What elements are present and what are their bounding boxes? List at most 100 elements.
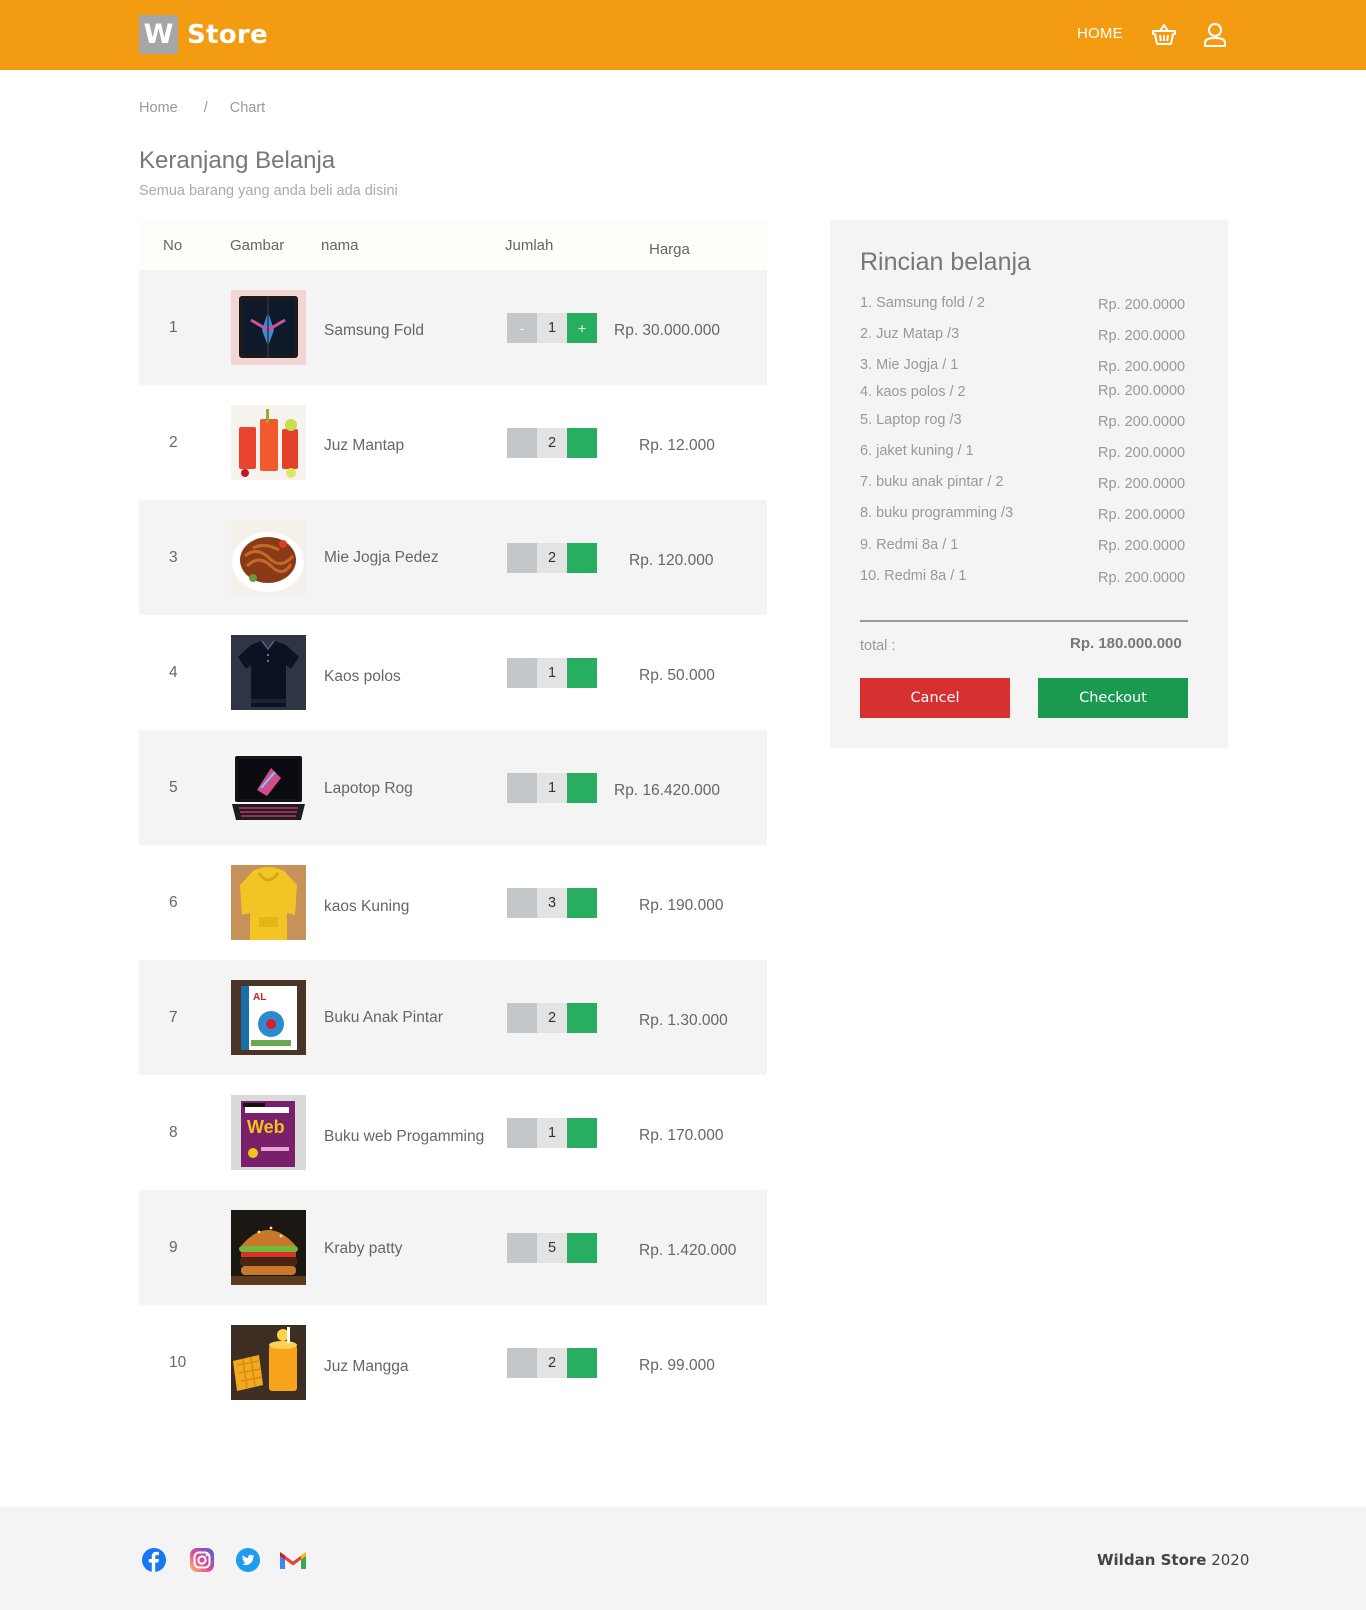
- qty-value[interactable]: 1: [537, 313, 567, 343]
- total-label: total :: [860, 638, 896, 654]
- product-price: Rp. 99.000: [639, 1357, 715, 1374]
- breadcrumb-home[interactable]: Home: [139, 100, 178, 116]
- instagram-icon[interactable]: [189, 1547, 215, 1573]
- product-name: Kaos polos: [324, 668, 401, 685]
- decrease-qty-button[interactable]: [507, 1233, 537, 1263]
- increase-qty-button[interactable]: [567, 1233, 597, 1263]
- summary-item-label: 4. kaos polos / 2: [860, 384, 966, 400]
- summary-item-price: Rp. 200.0000: [1098, 297, 1186, 313]
- footer-copyright: Wildan Store 2020: [1097, 1551, 1249, 1569]
- facebook-icon[interactable]: [141, 1547, 167, 1573]
- decrease-qty-button[interactable]: -: [507, 313, 537, 343]
- breadcrumb-separator: /: [203, 100, 208, 116]
- decrease-qty-button[interactable]: [507, 888, 537, 918]
- qty-value[interactable]: 1: [537, 773, 567, 803]
- gmail-icon[interactable]: [278, 1547, 308, 1573]
- table-row: 5 Lapotop Rog 1 Rp. 16.420.000: [139, 730, 767, 845]
- qty-value[interactable]: 2: [537, 1003, 567, 1033]
- product-image[interactable]: [231, 865, 306, 940]
- product-image[interactable]: [231, 520, 306, 595]
- nav-home-link[interactable]: HOME: [1077, 25, 1123, 42]
- summary-item-label: 5. Laptop rog /3: [860, 412, 962, 428]
- product-image[interactable]: [231, 405, 306, 480]
- product-image[interactable]: [231, 635, 306, 710]
- qty-value[interactable]: 2: [537, 428, 567, 458]
- row-number: 5: [169, 779, 178, 796]
- table-row: 7 AL Buku Anak Pintar 2 Rp. 1.30.000: [139, 960, 767, 1075]
- checkout-button[interactable]: Checkout: [1038, 678, 1188, 718]
- header-image: Gambar: [230, 237, 285, 254]
- product-image[interactable]: Web: [231, 1095, 306, 1170]
- decrease-qty-button[interactable]: [507, 773, 537, 803]
- increase-qty-button[interactable]: [567, 1348, 597, 1378]
- qty-value[interactable]: 1: [537, 658, 567, 688]
- summary-item-label: 2. Juz Matap /3: [860, 326, 960, 342]
- product-price: Rp. 120.000: [629, 552, 714, 569]
- summary-item-price: Rp. 200.0000: [1098, 570, 1186, 586]
- svg-text:Web: Web: [247, 1117, 285, 1137]
- product-name: Juz Mangga: [324, 1358, 409, 1375]
- brand-logo[interactable]: W Store: [139, 15, 268, 54]
- product-name: Lapotop Rog: [324, 780, 413, 797]
- decrease-qty-button[interactable]: [507, 658, 537, 688]
- increase-qty-button[interactable]: [567, 888, 597, 918]
- decrease-qty-button[interactable]: [507, 543, 537, 573]
- product-image[interactable]: [231, 290, 306, 365]
- cancel-button[interactable]: Cancel: [860, 678, 1010, 718]
- quantity-stepper: 1: [507, 773, 597, 803]
- product-image[interactable]: [231, 1325, 306, 1400]
- header-qty: Jumlah: [505, 237, 554, 254]
- qty-value[interactable]: 5: [537, 1233, 567, 1263]
- product-price: Rp. 1.420.000: [639, 1242, 737, 1259]
- header-no: No: [163, 237, 183, 254]
- summary-item-label: 3. Mie Jogja / 1: [860, 357, 959, 373]
- product-image[interactable]: [231, 1210, 306, 1285]
- header-name: nama: [321, 237, 359, 254]
- quantity-stepper: 1: [507, 1118, 597, 1148]
- decrease-qty-button[interactable]: [507, 1348, 537, 1378]
- quantity-stepper: 5: [507, 1233, 597, 1263]
- row-number: 6: [169, 894, 178, 911]
- qty-value[interactable]: 2: [537, 1348, 567, 1378]
- summary-item-price: Rp. 200.0000: [1098, 328, 1186, 344]
- row-number: 8: [169, 1124, 178, 1141]
- increase-qty-button[interactable]: [567, 1118, 597, 1148]
- page-title: Keranjang Belanja: [139, 147, 336, 174]
- user-icon[interactable]: [1202, 22, 1228, 48]
- row-number: 7: [169, 1009, 178, 1026]
- increase-qty-button[interactable]: [567, 773, 597, 803]
- order-summary: Rincian belanja 1. Samsung fold / 2 Rp. 2…: [830, 220, 1228, 748]
- qty-value[interactable]: 3: [537, 888, 567, 918]
- footer-year: 2020: [1206, 1551, 1250, 1569]
- increase-qty-button[interactable]: [567, 428, 597, 458]
- qty-value[interactable]: 1: [537, 1118, 567, 1148]
- increase-qty-button[interactable]: [567, 1003, 597, 1033]
- decrease-qty-button[interactable]: [507, 1003, 537, 1033]
- header-price: Harga: [649, 241, 690, 258]
- decrease-qty-button[interactable]: [507, 1118, 537, 1148]
- product-name: Juz Mantap: [324, 437, 405, 454]
- product-name: Mie Jogja Pedez: [324, 549, 439, 566]
- summary-item-label: 9. Redmi 8a / 1: [860, 537, 959, 553]
- twitter-icon[interactable]: [235, 1547, 261, 1573]
- summary-item-label: 8. buku programming /3: [860, 505, 1014, 521]
- product-image[interactable]: [231, 750, 306, 825]
- decrease-qty-button[interactable]: [507, 428, 537, 458]
- product-name: Samsung Fold: [324, 322, 424, 339]
- breadcrumb-current: Chart: [229, 100, 266, 116]
- row-number: 9: [169, 1239, 178, 1256]
- increase-qty-button[interactable]: [567, 658, 597, 688]
- summary-item-price: Rp. 200.0000: [1098, 507, 1186, 523]
- page-subtitle: Semua barang yang anda beli ada disini: [139, 183, 398, 199]
- basket-icon[interactable]: [1151, 22, 1177, 48]
- product-name: Buku web Progamming: [324, 1128, 485, 1145]
- product-name: kaos Kuning: [324, 898, 410, 915]
- summary-item-label: 7. buku anak pintar / 2: [860, 474, 1004, 490]
- increase-qty-button[interactable]: +: [567, 313, 597, 343]
- increase-qty-button[interactable]: [567, 543, 597, 573]
- row-number: 10: [169, 1354, 187, 1371]
- row-number: 3: [169, 549, 178, 566]
- cart-table: No Gambar nama Jumlah Harga 1 Samsung Fol…: [139, 220, 767, 1420]
- product-image[interactable]: AL: [231, 980, 306, 1055]
- qty-value[interactable]: 2: [537, 543, 567, 573]
